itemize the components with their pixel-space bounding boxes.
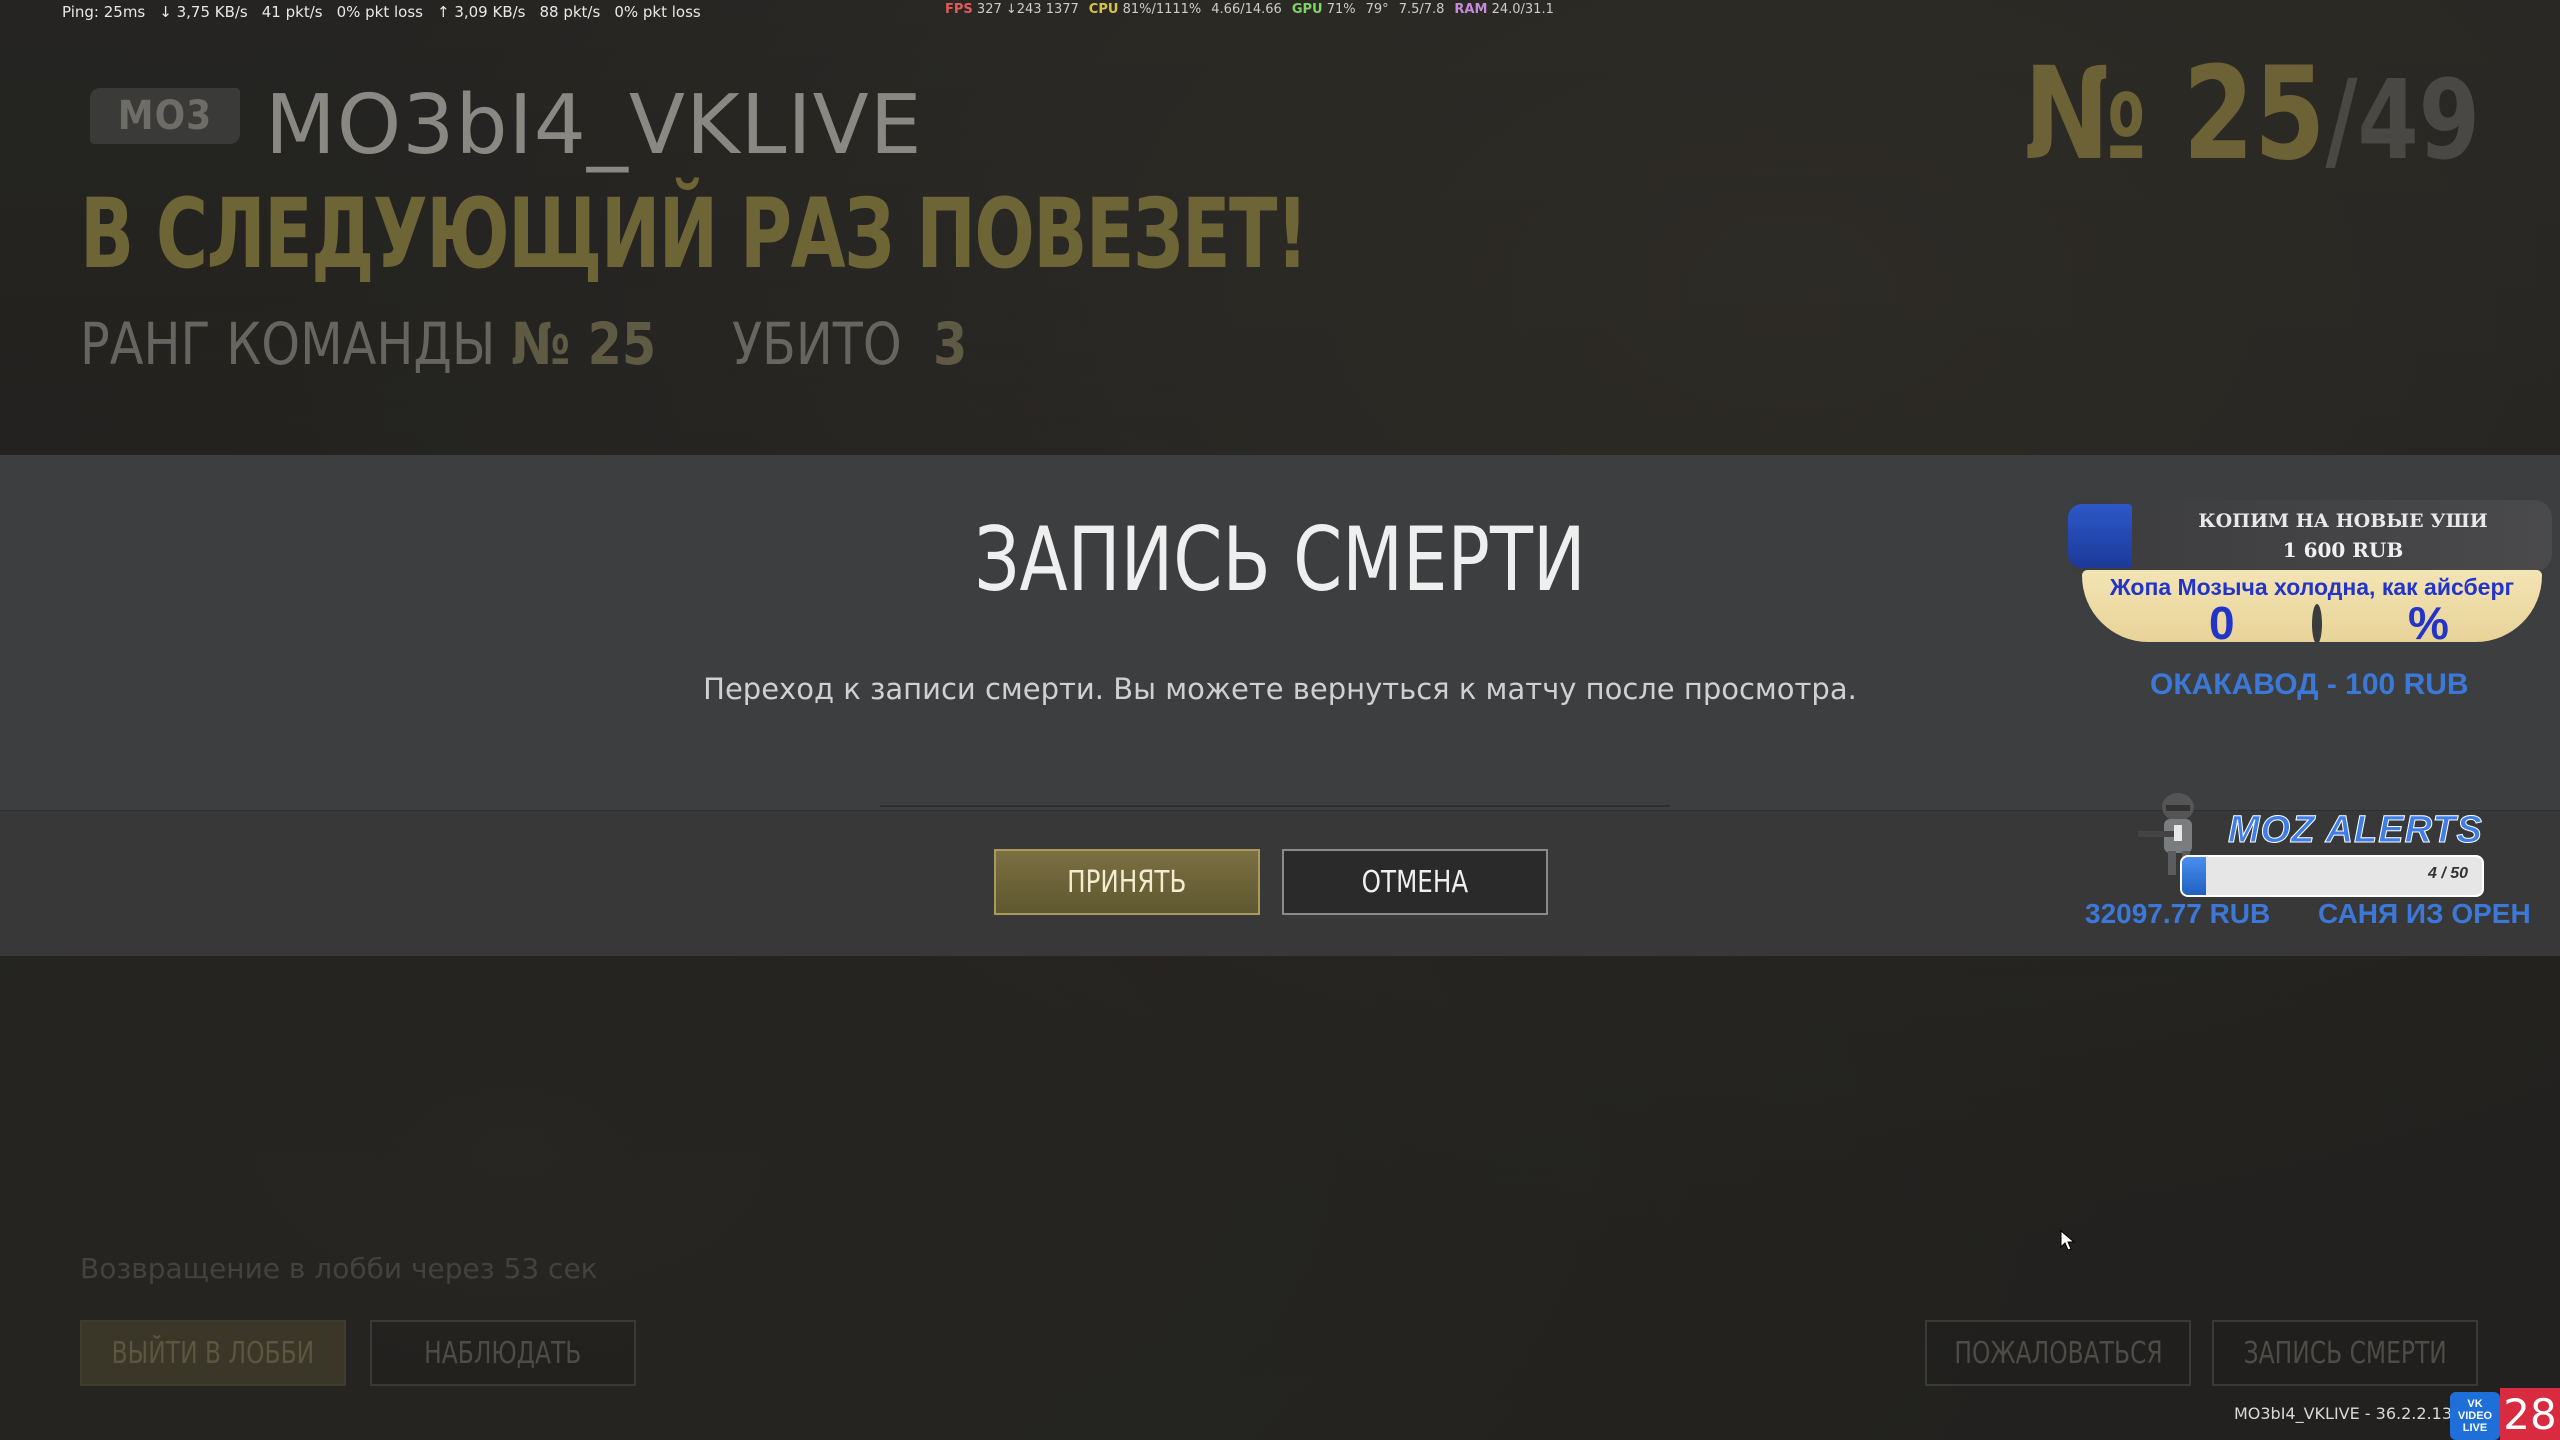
cancel-label: ОТМЕНА <box>1361 864 1469 900</box>
upload-packets: 88 pkt/s <box>539 3 601 21</box>
deathcam-label: ЗАПИСЬ СМЕРТИ <box>2243 1335 2447 1371</box>
network-stats: Ping: 25ms ↓ 3,75 KB/s 41 pkt/s 0% pkt l… <box>62 3 701 21</box>
donation-goal-widget: КОПИМ НА НОВЫЕ УШИ 1 600 RUB Жопа Мозыча… <box>2068 500 2552 649</box>
cancel-button[interactable]: ОТМЕНА <box>1282 849 1548 915</box>
donation-ticker: 32097.77 RUB САНЯ ИЗ ОРЕН <box>2085 898 2560 938</box>
ram-label: RAM <box>1454 2 1488 17</box>
vk-logo-line2: VIDEO <box>2457 1410 2493 1422</box>
vk-logo-line1: VK <box>2467 1398 2483 1410</box>
kills-value: 3 <box>933 310 968 378</box>
team-rank-label: РАНГ КОМАНДЫ <box>80 310 496 378</box>
moz-alerts-title: MOZ ALERTS <box>2228 809 2483 852</box>
report-label: ПОЖАЛОВАТЬСЯ <box>1953 1335 2163 1371</box>
moz-alerts-fill <box>2182 857 2206 895</box>
kills-label: УБИТО <box>732 310 902 378</box>
report-button[interactable]: ПОЖАЛОВАТЬСЯ <box>1925 1320 2191 1386</box>
goal-caption-box: Жопа Мозыча холодна, как айсберг 0 % <box>2082 570 2542 649</box>
placement: № 25/49 <box>2024 40 2480 189</box>
gpu-temperature: 79° <box>1365 2 1389 17</box>
gpu-label: GPU <box>1291 2 1323 17</box>
fps-label: FPS <box>945 2 973 17</box>
goal-bar: КОПИМ НА НОВЫЕ УШИ 1 600 RUB <box>2068 500 2552 572</box>
moz-alerts-bar: 4 / 50 <box>2180 855 2484 897</box>
age-rating-badge: 28 <box>2500 1388 2560 1440</box>
vk-video-live-logo: VK VIDEO LIVE <box>2450 1392 2500 1440</box>
spectate-button[interactable]: НАБЛЮДАТЬ <box>370 1320 636 1386</box>
upload-rate: ↑ 3,09 KB/s <box>436 3 526 21</box>
return-countdown: Возвращение в лобби через 53 сек <box>80 1252 598 1285</box>
exit-label: ВЫЙТИ В ЛОББИ <box>111 1335 315 1371</box>
exit-to-lobby-button[interactable]: ВЫЙТИ В ЛОББИ <box>80 1320 346 1386</box>
fps-value: 327 ↓243 1377 <box>976 2 1079 17</box>
download-loss: 0% pkt loss <box>336 3 423 21</box>
team-rank: РАНГ КОМАНДЫ № 25 <box>80 310 656 378</box>
goal-progress-fill <box>2068 504 2132 568</box>
ram-value: 24.0/31.1 <box>1491 2 1554 17</box>
spectate-label: НАБЛЮДАТЬ <box>424 1335 582 1371</box>
moz-alerts-count: 4 / 50 <box>2427 865 2468 882</box>
placement-prefix: № <box>2024 40 2148 189</box>
performance-stats: FPS 327 ↓243 1377 CPU 81%/1111% 4.66/14.… <box>945 2 1554 17</box>
stream-watermark: MO3bI4_VKLIVE - 36.2.2.13 <box>2233 1404 2452 1423</box>
accept-button[interactable]: ПРИНЯТЬ <box>994 849 1260 915</box>
placement-total: /49 <box>2325 56 2480 184</box>
goal-right-value: % <box>2408 597 2449 649</box>
cpu-frequency: 4.66/14.66 <box>1211 2 1282 17</box>
dialog-divider <box>880 805 1670 807</box>
player-name: MO3bI4_VKLIVE <box>265 78 923 173</box>
stats-overlay: Ping: 25ms ↓ 3,75 KB/s 41 pkt/s 0% pkt l… <box>0 0 2560 22</box>
goal-title: КОПИМ НА НОВЫЕ УШИ <box>2198 510 2488 532</box>
result-banner: В СЛЕДУЮЩИЙ РАЗ ПОВЕЗЕТ! <box>80 178 1308 290</box>
download-packets: 41 pkt/s <box>261 3 323 21</box>
upload-loss: 0% pkt loss <box>614 3 701 21</box>
moz-alerts-widget: MOZ ALERTS 4 / 50 <box>2128 785 2558 905</box>
ticker-amount: 32097.77 RUB <box>2085 898 2271 929</box>
dialog-title: ЗАПИСЬ СМЕРТИ <box>974 508 1586 611</box>
goal-divider <box>2312 604 2322 644</box>
ping-text: Ping: 25ms <box>62 3 146 21</box>
kills: УБИТО 3 <box>732 310 967 378</box>
gpu-memory: 7.5/7.8 <box>1398 2 1445 17</box>
download-rate: ↓ 3,75 KB/s <box>159 3 248 21</box>
vk-logo-line3: LIVE <box>2462 1422 2488 1434</box>
goal-amount: 1 600 RUB <box>2282 538 2404 562</box>
clan-tag-badge: MO3 <box>90 88 240 144</box>
ticker-name: САНЯ ИЗ ОРЕН <box>2318 898 2531 929</box>
goal-left-value: 0 <box>2209 597 2235 649</box>
placement-value: 25 <box>2182 40 2326 189</box>
cpu-value: 81%/1111% <box>1122 2 1202 17</box>
cpu-label: CPU <box>1088 2 1119 17</box>
team-rank-value: № 25 <box>511 310 657 378</box>
accept-label: ПРИНЯТЬ <box>1067 864 1187 900</box>
gpu-value: 71% <box>1326 2 1356 17</box>
deathcam-button[interactable]: ЗАПИСЬ СМЕРТИ <box>2212 1320 2478 1386</box>
goal-caption: Жопа Мозыча холодна, как айсберг <box>2109 574 2515 600</box>
mouse-cursor-icon <box>2060 1230 2076 1251</box>
ticker-content: 32097.77 RUB САНЯ ИЗ ОРЕН <box>2085 898 2560 930</box>
donation-note: ОКАКАВОД - 100 RUB <box>2150 668 2469 701</box>
